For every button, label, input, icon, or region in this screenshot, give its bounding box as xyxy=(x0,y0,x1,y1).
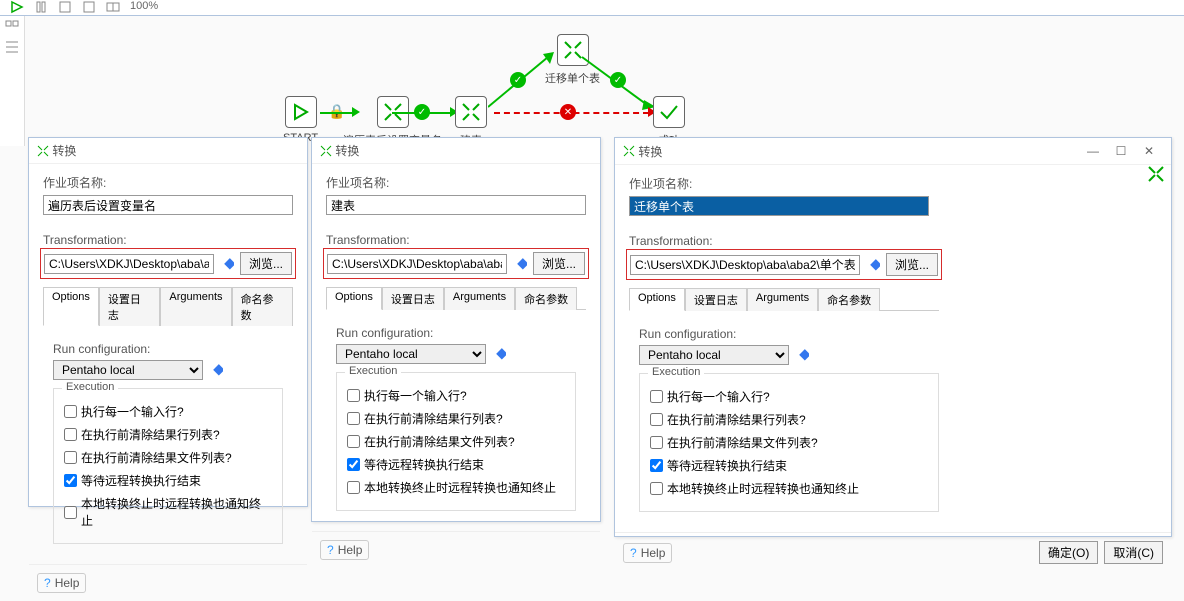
browse-button[interactable]: 浏览... xyxy=(886,253,938,276)
var-icon[interactable] xyxy=(220,257,234,271)
jobname-input[interactable] xyxy=(43,195,293,215)
dialog-title: 转换 xyxy=(335,142,359,159)
close-button[interactable]: ✕ xyxy=(1135,142,1163,160)
x-icon: ✕ xyxy=(560,104,576,120)
trans-path-input[interactable] xyxy=(44,254,214,274)
runcfg-select[interactable]: Pentaho local xyxy=(53,360,203,380)
tab-arguments[interactable]: Arguments xyxy=(160,287,231,326)
runcfg-select[interactable]: Pentaho local xyxy=(639,345,789,365)
tab-options[interactable]: Options xyxy=(326,287,382,310)
trans-label: Transformation: xyxy=(326,233,586,247)
transform-icon xyxy=(460,101,482,123)
trans-path-input[interactable] xyxy=(327,254,507,274)
check-icon xyxy=(658,101,680,123)
tab-options[interactable]: Options xyxy=(629,288,685,311)
runcfg-select[interactable]: Pentaho local xyxy=(336,344,486,364)
var-icon[interactable] xyxy=(866,258,880,272)
var-icon[interactable] xyxy=(492,347,506,361)
exec-title: Execution xyxy=(345,365,401,377)
tabs: Options 设置日志 Arguments 命名参数 xyxy=(629,287,939,311)
collapse-icon[interactable] xyxy=(1147,165,1165,183)
tab-arguments[interactable]: Arguments xyxy=(747,288,818,311)
tabs: Options 设置日志 Arguments 命名参数 xyxy=(43,286,293,326)
cb-clear-files[interactable] xyxy=(347,435,360,448)
var-icon[interactable] xyxy=(209,363,223,377)
exec-title: Execution xyxy=(62,381,118,393)
cb-notify-remote[interactable] xyxy=(347,481,360,494)
runcfg-label: Run configuration: xyxy=(336,326,576,340)
ok-button[interactable]: 确定(O) xyxy=(1039,541,1098,564)
cb-each-row[interactable] xyxy=(347,389,360,402)
cb-clear-rows[interactable] xyxy=(347,412,360,425)
jobname-input[interactable] xyxy=(326,195,586,215)
cb-clear-files[interactable] xyxy=(650,436,663,449)
maximize-button[interactable]: ☐ xyxy=(1107,142,1135,160)
tab-log[interactable]: 设置日志 xyxy=(99,287,160,326)
tabs: Options 设置日志 Arguments 命名参数 xyxy=(326,286,586,310)
jobname-label: 作业项名称: xyxy=(629,175,1157,192)
cb-wait-remote[interactable] xyxy=(347,458,360,471)
cancel-button[interactable]: 取消(C) xyxy=(1104,541,1163,564)
runcfg-label: Run configuration: xyxy=(53,342,283,356)
cb-notify-remote[interactable] xyxy=(64,506,77,519)
tab-arguments[interactable]: Arguments xyxy=(444,287,515,310)
tab-params[interactable]: 命名参数 xyxy=(232,287,293,326)
check-icon: ✓ xyxy=(414,104,430,120)
minimize-button[interactable]: — xyxy=(1079,142,1107,160)
dialog-title: 转换 xyxy=(52,142,76,159)
dialog-transform-2[interactable]: 转换 作业项名称: Transformation: 浏览... Options … xyxy=(311,137,601,522)
check-icon: ✓ xyxy=(610,72,626,88)
cb-notify-remote[interactable] xyxy=(650,482,663,495)
toolbar: 100% xyxy=(0,0,1184,16)
tab-params[interactable]: 命名参数 xyxy=(818,288,880,311)
jobname-label: 作业项名称: xyxy=(326,174,586,191)
browse-button[interactable]: 浏览... xyxy=(240,252,292,275)
cb-clear-rows[interactable] xyxy=(650,413,663,426)
play-icon xyxy=(292,103,310,121)
flow-canvas[interactable]: START 🔒 遍历表后设置变量名 ✓ 建表 ✓ 迁移单个表 ✓ ✕ 成功 xyxy=(0,16,1184,136)
cb-wait-remote[interactable] xyxy=(650,459,663,472)
transform-icon xyxy=(320,145,332,157)
tab-log[interactable]: 设置日志 xyxy=(685,288,747,311)
dialog-title: 转换 xyxy=(638,143,662,160)
exec-title: Execution xyxy=(648,366,704,378)
dialog-transform-1[interactable]: 转换 作业项名称: Transformation: 浏览... Options … xyxy=(28,137,308,507)
cb-each-row[interactable] xyxy=(64,405,77,418)
trans-path-input[interactable] xyxy=(630,255,860,275)
tab-log[interactable]: 设置日志 xyxy=(382,287,444,310)
zoom-level[interactable]: 100% xyxy=(130,0,158,15)
var-icon[interactable] xyxy=(513,257,527,271)
cb-clear-files[interactable] xyxy=(64,451,77,464)
pause-icon[interactable] xyxy=(34,0,48,14)
trans-label: Transformation: xyxy=(43,233,293,247)
jobname-input[interactable] xyxy=(629,196,929,216)
dialog-transform-3[interactable]: 转换 — ☐ ✕ 作业项名称: Transformation: 浏览... Op… xyxy=(614,137,1172,537)
tab-params[interactable]: 命名参数 xyxy=(515,287,577,310)
run-icon[interactable] xyxy=(10,0,24,14)
cb-each-row[interactable] xyxy=(650,390,663,403)
toolbar-icon[interactable] xyxy=(106,0,120,14)
cb-wait-remote[interactable] xyxy=(64,474,77,487)
toolbar-icon[interactable] xyxy=(82,0,96,14)
cb-clear-rows[interactable] xyxy=(64,428,77,441)
help-button[interactable]: ?Help xyxy=(320,540,369,560)
tab-options[interactable]: Options xyxy=(43,287,99,326)
trans-label: Transformation: xyxy=(629,234,1157,248)
jobname-label: 作业项名称: xyxy=(43,174,293,191)
transform-icon xyxy=(623,145,635,157)
runcfg-label: Run configuration: xyxy=(639,327,1147,341)
browse-button[interactable]: 浏览... xyxy=(533,252,585,275)
check-icon: ✓ xyxy=(510,72,526,88)
transform-icon xyxy=(37,145,49,157)
help-button[interactable]: ?Help xyxy=(37,573,86,593)
stop-icon[interactable] xyxy=(58,0,72,14)
var-icon[interactable] xyxy=(795,348,809,362)
